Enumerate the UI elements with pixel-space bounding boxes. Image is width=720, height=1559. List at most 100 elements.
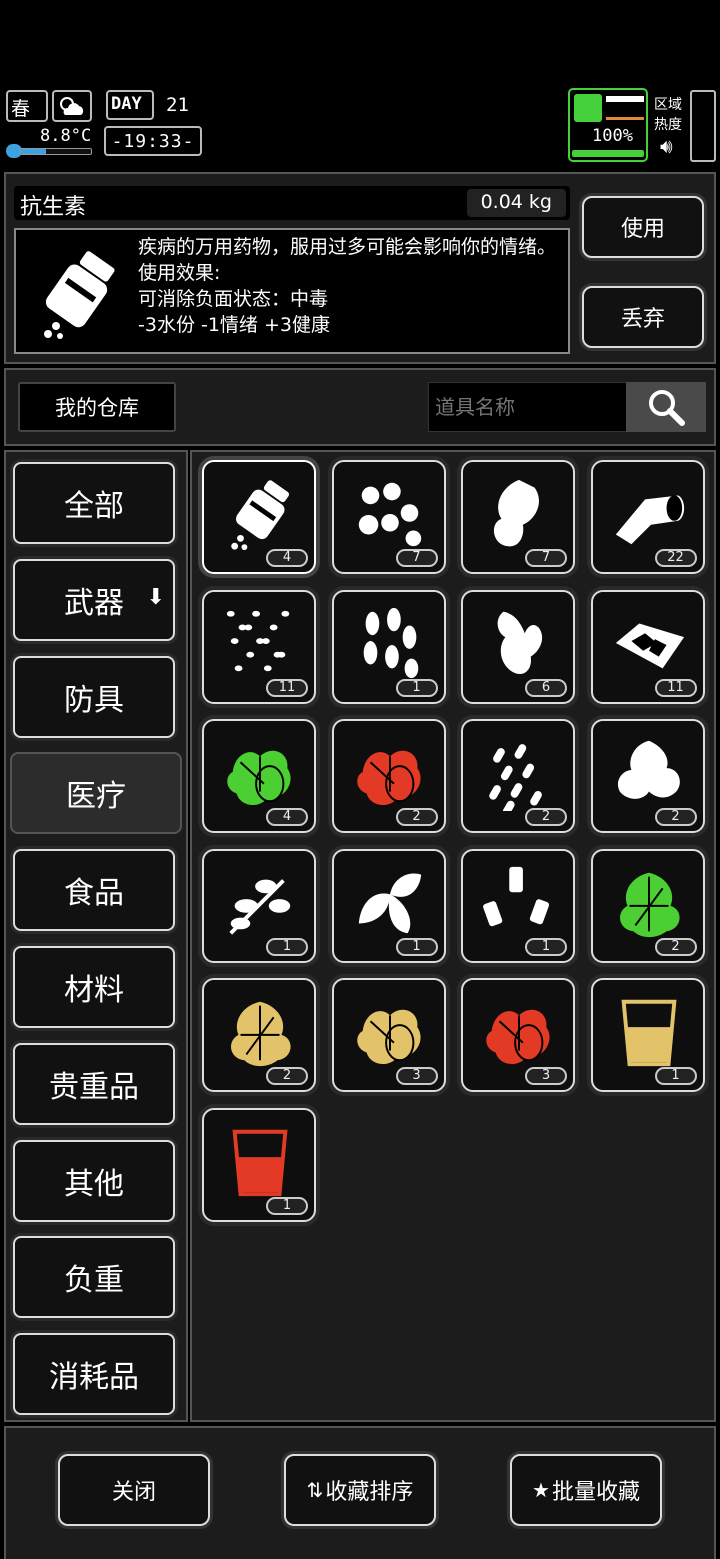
branch-icon bbox=[229, 878, 291, 935]
item-count-badge: 1 bbox=[266, 937, 308, 956]
drop-button-label: 丢弃 bbox=[620, 307, 665, 332]
mint-leaf-icon bbox=[617, 740, 680, 799]
item-count-badge: 1 bbox=[654, 1067, 697, 1085]
item-image bbox=[24, 236, 132, 348]
item-header: 抗生素 0.04 kg bbox=[14, 186, 570, 220]
favorite-sort-button[interactable]: ⇅ 收藏排序 bbox=[284, 1454, 436, 1526]
category-tab[interactable]: 材料 bbox=[13, 946, 175, 1028]
inventory-slot[interactable]: 2 bbox=[461, 719, 575, 833]
inventory-slot[interactable]: 6 bbox=[461, 589, 575, 704]
red-herb-icon bbox=[486, 1009, 550, 1065]
item-description[interactable]: 疾病的万用药物，服用过多可能会影响你的情绪。 使用效果: 可消除负面状态：中毒 … bbox=[138, 234, 562, 350]
item-count-badge: 3 bbox=[395, 1067, 438, 1085]
item-weight: 0.04 kg bbox=[466, 189, 566, 217]
batch-favorite-button[interactable]: ★ 批量收藏 bbox=[510, 1454, 662, 1526]
item-name: 抗生素 bbox=[20, 195, 87, 220]
day-label: DAY bbox=[111, 94, 142, 114]
zone-heat-meter bbox=[690, 90, 716, 162]
category-label: 医疗 bbox=[66, 779, 126, 815]
category-tab[interactable]: 负重 bbox=[13, 1236, 175, 1319]
use-button[interactable]: 使用 bbox=[582, 196, 704, 258]
drop-button[interactable]: 丢弃 bbox=[582, 286, 704, 348]
inventory-slot[interactable]: 7 bbox=[331, 460, 446, 574]
inventory-slot[interactable]: 4 bbox=[202, 719, 316, 833]
item-count-badge: 11 bbox=[266, 678, 308, 697]
inventory-slot[interactable]: 3 bbox=[461, 978, 575, 1092]
warehouse-title[interactable]: 我的仓库 bbox=[18, 382, 176, 432]
inventory-slot[interactable]: 1 bbox=[461, 848, 575, 963]
day-badge: DAY bbox=[106, 90, 154, 120]
inventory-slot[interactable]: 1 bbox=[331, 589, 446, 704]
stamina-bar bbox=[572, 150, 644, 157]
temperature-value: 8.8°C bbox=[40, 126, 92, 146]
item-count-badge: 1 bbox=[395, 937, 438, 956]
item-count-badge: 2 bbox=[654, 808, 697, 826]
speaker-icon[interactable]: 🔊︎ bbox=[660, 134, 673, 158]
temperature-widget: 8.8°C bbox=[6, 126, 92, 160]
search-icon bbox=[649, 390, 685, 426]
yellow-leaves-icon bbox=[231, 1001, 291, 1067]
category-tab[interactable]: 食品 bbox=[13, 849, 175, 932]
stamina-widget: 100% bbox=[568, 88, 648, 162]
inventory-slot[interactable]: 7 bbox=[461, 460, 575, 574]
inventory-slot[interactable]: 2 bbox=[202, 978, 316, 1092]
yellow-drink-icon bbox=[621, 999, 676, 1067]
item-count-badge: 4 bbox=[266, 808, 308, 826]
inventory-slot[interactable]: 11 bbox=[590, 589, 705, 704]
item-count-badge: 2 bbox=[525, 808, 567, 826]
search-button[interactable] bbox=[626, 382, 706, 432]
item-detail-panel: 抗生素 0.04 kg 疾病的万用药物，服用过多可能会影响你的情绪。 使用效果:… bbox=[4, 172, 716, 364]
category-tab[interactable]: 其他 bbox=[13, 1139, 175, 1222]
inventory-slot[interactable]: 4 bbox=[202, 460, 316, 574]
category-tab[interactable]: 武器 ⬇ bbox=[13, 558, 175, 641]
item-count-badge: 4 bbox=[266, 549, 308, 567]
inventory-slot[interactable]: 2 bbox=[590, 719, 705, 833]
stars-icon: ★ bbox=[532, 1478, 550, 1502]
warehouse-header: 我的仓库 bbox=[4, 368, 716, 446]
item-count-badge: 1 bbox=[525, 937, 567, 956]
swap-arrows-icon: ⇅ bbox=[306, 1478, 324, 1502]
category-tab[interactable]: 医疗 bbox=[10, 752, 182, 835]
inventory-slot[interactable]: 1 bbox=[331, 848, 446, 963]
category-tab[interactable]: 贵重品 bbox=[13, 1042, 175, 1125]
search-input[interactable] bbox=[428, 382, 628, 432]
search-field[interactable] bbox=[429, 383, 627, 431]
effect-line: 可消除负面状态：中毒 bbox=[138, 288, 329, 310]
red-drink-icon bbox=[232, 1129, 288, 1196]
item-count-badge: 2 bbox=[395, 808, 438, 826]
arrow-down-icon: ⬇ bbox=[146, 584, 165, 610]
herb-root-icon bbox=[493, 479, 539, 547]
ginger-icon bbox=[497, 611, 543, 674]
temperature-bar-fill bbox=[21, 149, 46, 154]
zone-heat-label: 区域 热度 bbox=[654, 97, 682, 133]
inventory-slot[interactable]: 11 bbox=[202, 589, 316, 704]
item-count-badge: 2 bbox=[266, 1067, 308, 1085]
weather-icon bbox=[52, 90, 92, 122]
status-hud: 春 8.8°C DAY 21 -19:33- ✚67%◐50%⊖100%✿67%… bbox=[0, 86, 720, 242]
zone-heat-widget[interactable]: 区域 热度 🔊︎ bbox=[654, 94, 690, 164]
category-tab[interactable]: 防具 bbox=[13, 655, 175, 738]
menu-lines-icon bbox=[606, 96, 644, 120]
inventory-slot[interactable]: 1 bbox=[590, 978, 705, 1092]
leaves-icon bbox=[358, 873, 421, 933]
bandage-icon bbox=[615, 495, 684, 545]
close-button[interactable]: 关闭 bbox=[58, 1454, 210, 1526]
inventory-slot[interactable]: 22 bbox=[590, 460, 705, 574]
inventory-slot[interactable]: 2 bbox=[331, 719, 446, 833]
season-label: 春 bbox=[11, 98, 31, 120]
green-leaves-icon bbox=[619, 872, 680, 937]
pill-bottle-icon bbox=[231, 480, 290, 551]
temperature-bar bbox=[20, 148, 92, 155]
inventory-slot[interactable]: 3 bbox=[331, 978, 446, 1092]
category-tab[interactable]: 全部 bbox=[13, 462, 175, 544]
inventory-slot[interactable]: 2 bbox=[590, 848, 705, 963]
item-count-badge: 2 bbox=[654, 937, 697, 956]
small-bottles-icon bbox=[483, 866, 550, 926]
category-label: 防具 bbox=[64, 682, 124, 718]
category-label: 消耗品 bbox=[49, 1360, 139, 1396]
category-tab[interactable]: 消耗品 bbox=[13, 1333, 175, 1416]
inventory-slot[interactable]: 1 bbox=[202, 848, 316, 963]
inventory-slot[interactable]: 1 bbox=[202, 1107, 316, 1222]
stamina-value: 100% bbox=[592, 126, 633, 146]
category-label: 贵重品 bbox=[49, 1069, 139, 1105]
